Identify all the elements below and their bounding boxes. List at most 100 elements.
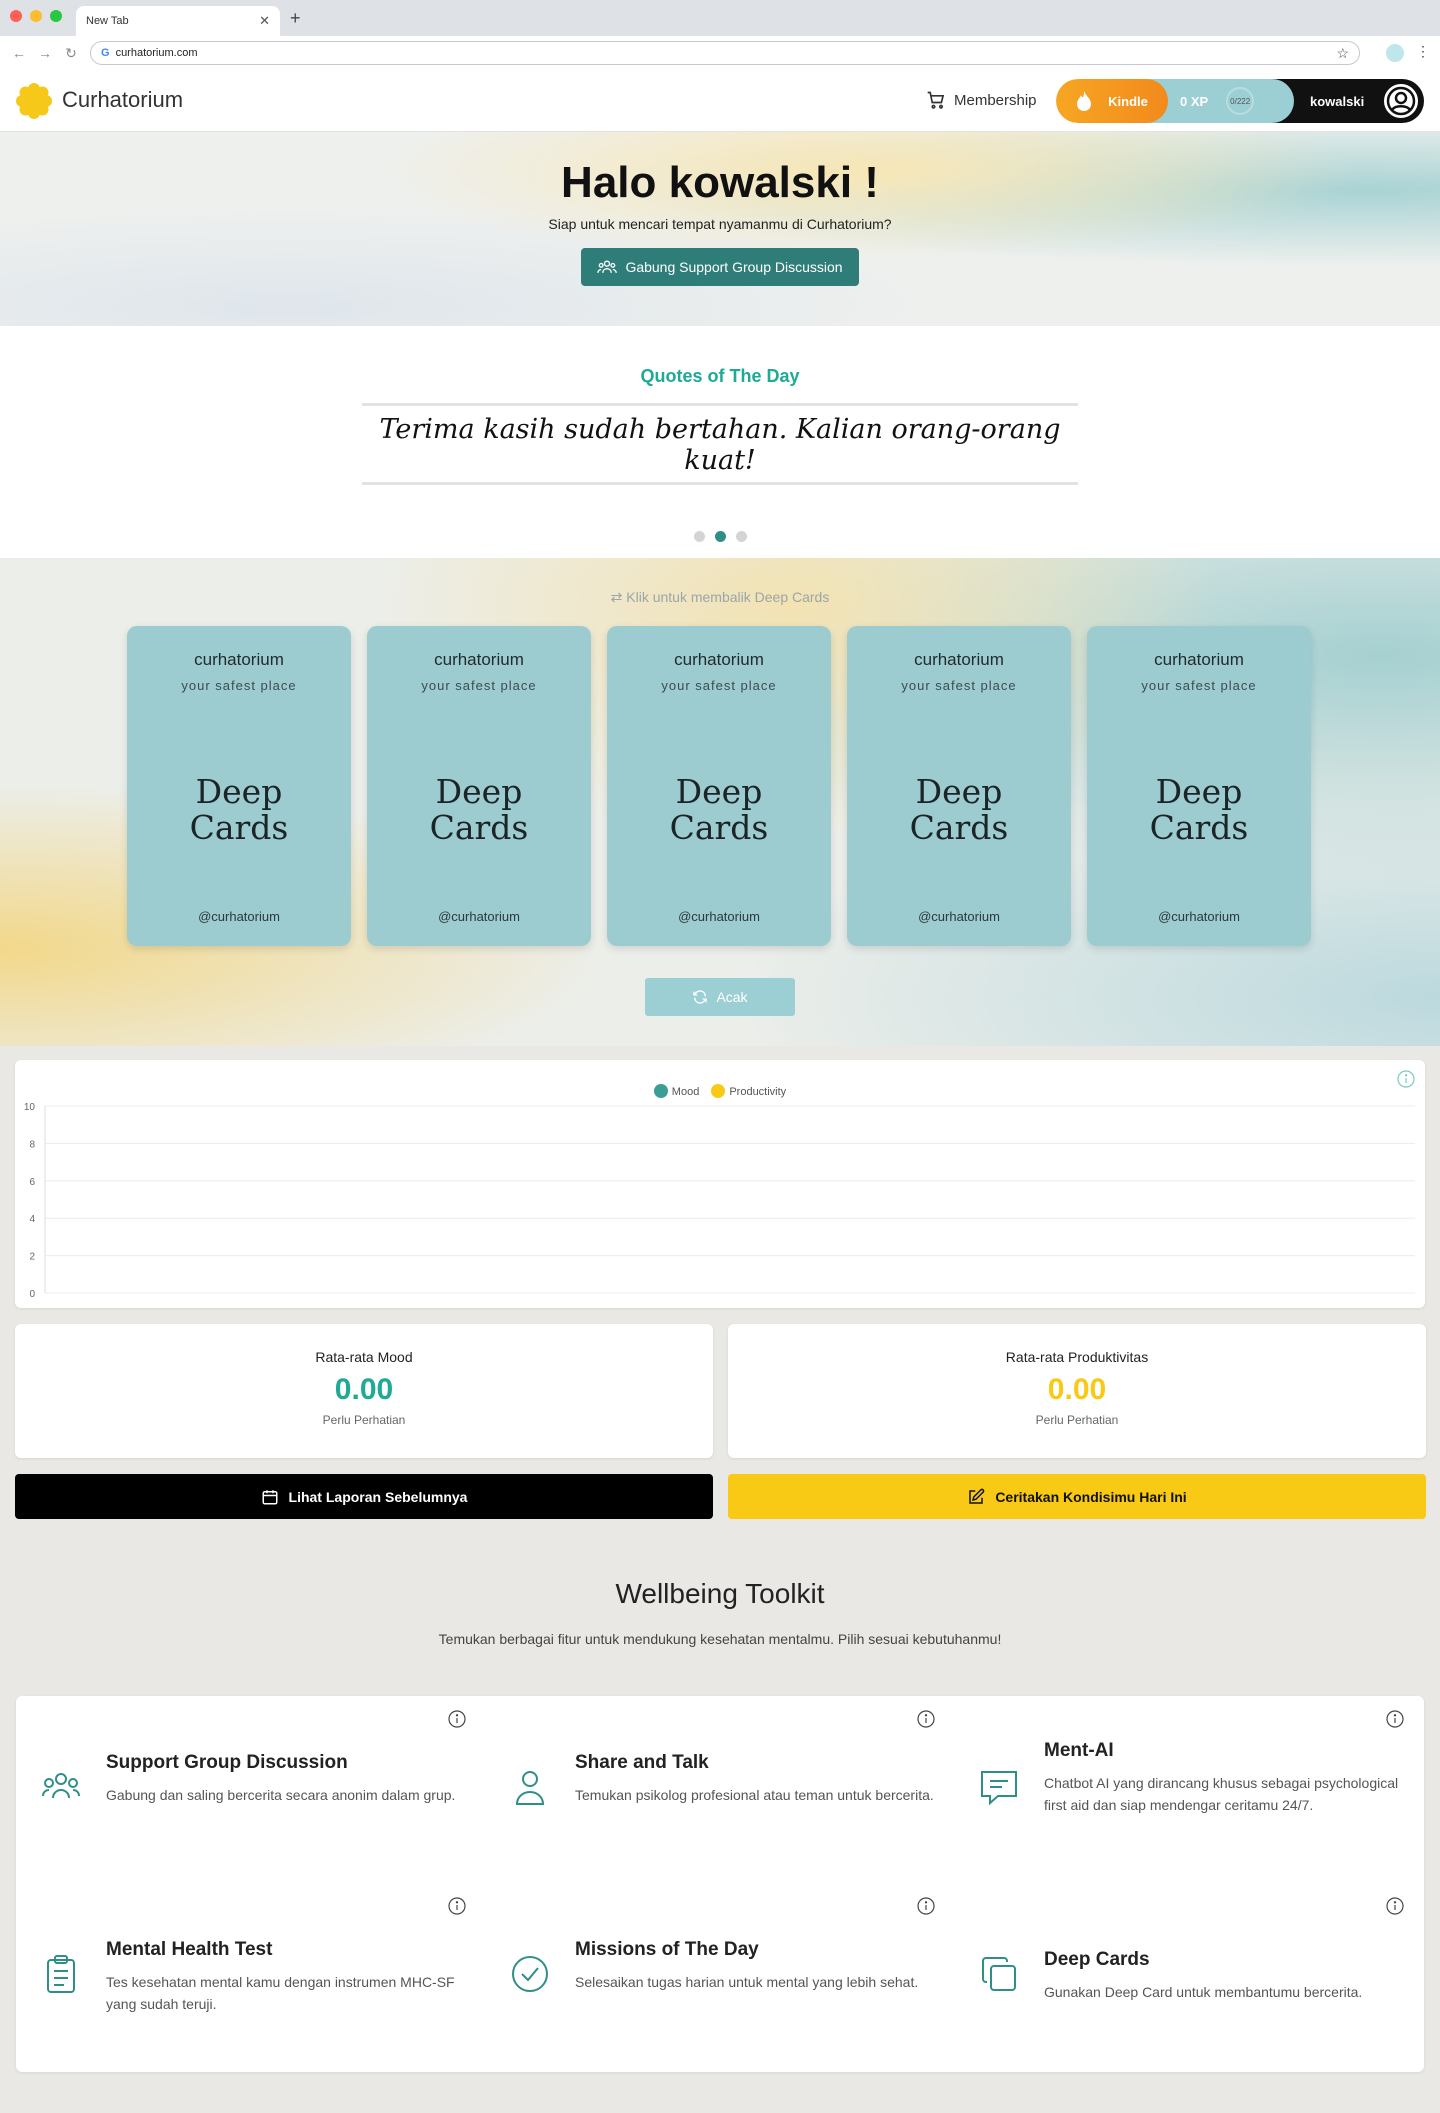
close-window-button[interactable]: [10, 10, 22, 22]
new-tab-button[interactable]: +: [290, 8, 301, 29]
deep-card[interactable]: curhatorium your safest place Deep Cards …: [127, 626, 351, 946]
window-controls: [10, 10, 62, 22]
info-icon[interactable]: [917, 1710, 935, 1728]
quotes-section: Quotes of The Day Terima kasih sudah ber…: [0, 326, 1440, 558]
productivity-average-label: Rata-rata Produktivitas: [1005, 1349, 1149, 1365]
tool-support-group[interactable]: Support Group Discussion Gabung dan sali…: [16, 1696, 466, 1846]
card-title: Deep Cards: [909, 772, 1009, 847]
carousel-dot[interactable]: [693, 531, 705, 542]
tell-condition-button[interactable]: Ceritakan Kondisimu Hari Ini: [728, 1474, 1426, 1519]
kindle-label: Kindle: [1108, 93, 1148, 109]
card-brand: curhatorium: [674, 650, 764, 669]
info-icon[interactable]: [1386, 1710, 1404, 1728]
user-status-pill: Kindle 0 XP 0/222 kowalski: [1056, 79, 1424, 123]
toolkit-grid: Support Group Discussion Gabung dan sali…: [16, 1696, 1424, 2072]
membership-link[interactable]: Membership: [926, 90, 1037, 110]
tool-title: Share and Talk: [575, 1752, 709, 1773]
deep-card[interactable]: curhatorium your safest place Deep Cards …: [367, 626, 591, 946]
back-icon[interactable]: ←: [6, 45, 32, 61]
hero-section: Halo kowalski ! Siap untuk mencari tempa…: [0, 132, 1440, 326]
info-icon[interactable]: [448, 1897, 466, 1915]
deep-card[interactable]: curhatorium your safest place Deep Cards …: [847, 626, 1071, 946]
maximize-window-button[interactable]: [50, 10, 62, 22]
reload-icon[interactable]: ↻: [58, 45, 84, 62]
tab-title: New Tab: [86, 15, 129, 27]
group-icon: [597, 260, 618, 273]
shuffle-button[interactable]: Acak: [645, 978, 795, 1016]
browser-tab[interactable]: New Tab ✕: [76, 6, 280, 36]
info-icon[interactable]: [917, 1897, 935, 1915]
deep-card[interactable]: curhatorium your safest place Deep Cards …: [607, 626, 831, 946]
tool-mental-health-test[interactable]: Mental Health Test Tes kesehatan mental …: [16, 1883, 466, 2033]
toolkit-subtitle: Temukan berbagai fitur untuk mendukung k…: [438, 1631, 1002, 1647]
join-support-group-button[interactable]: Gabung Support Group Discussion: [581, 248, 859, 286]
carousel-dot[interactable]: [735, 531, 747, 542]
forward-icon[interactable]: →: [32, 45, 58, 61]
hero-subtitle: Siap untuk mencari tempat nyamanmu di Cu…: [548, 216, 892, 232]
mood-average-card: Rata-rata Mood 0.00 Perlu Perhatian: [15, 1324, 713, 1458]
info-icon[interactable]: [1386, 1897, 1404, 1915]
tool-description: Gunakan Deep Card untuk membantumu berce…: [1044, 1984, 1363, 2000]
address-bar-row: ← → ↻ G curhatorium.com ☆ ⋮: [0, 36, 1440, 70]
previous-report-label: Lihat Laporan Sebelumnya: [288, 1488, 468, 1505]
mood-average-value: 0.00: [334, 1373, 394, 1406]
quote-text: Terima kasih sudah bertahan. Kalian oran…: [362, 403, 1078, 485]
group-icon: [42, 1773, 80, 1799]
flip-hint-label: Klik untuk membalik Deep Cards: [626, 589, 830, 605]
card-title: Deep Cards: [429, 772, 529, 847]
logo-sun-icon[interactable]: [16, 83, 52, 119]
tool-description: Temukan psikolog profesional atau teman …: [575, 1787, 934, 1803]
url-input[interactable]: G curhatorium.com ☆: [90, 41, 1360, 65]
minimize-window-button[interactable]: [30, 10, 42, 22]
brand-name[interactable]: Curhatorium: [62, 87, 183, 113]
tool-missions-of-the-day[interactable]: Missions of The Day Selesaikan tugas har…: [485, 1883, 935, 2033]
tool-share-and-talk[interactable]: Share and Talk Temukan psikolog profesio…: [485, 1696, 935, 1846]
refresh-icon: [693, 990, 708, 1004]
card-tagline: your safest place: [1141, 678, 1257, 693]
xp-label: 0 XP: [1180, 93, 1209, 109]
url-text: curhatorium.com: [115, 47, 198, 59]
info-icon[interactable]: [448, 1710, 466, 1728]
tool-deep-cards[interactable]: Deep Cards Gunakan Deep Card untuk memba…: [954, 1883, 1404, 2033]
card-title: Deep Cards: [189, 772, 289, 847]
user-avatar-icon: [1386, 86, 1416, 116]
card-tagline: your safest place: [421, 678, 537, 693]
chat-icon: [981, 1771, 1017, 1806]
shuffle-label: Acak: [716, 989, 748, 1005]
tool-ment-ai[interactable]: Ment-AI Chatbot AI yang dirancang khusus…: [954, 1696, 1404, 1846]
close-tab-icon[interactable]: ✕: [259, 13, 270, 29]
calendar-icon: [262, 1489, 278, 1504]
carousel-dot-active[interactable]: [714, 531, 726, 542]
deep-cards-row: curhatorium your safest place Deep Cards …: [127, 626, 1311, 946]
google-icon: G: [101, 47, 110, 59]
browser-chrome: New Tab ✕ + ← → ↻ G curhatorium.com ☆ ⋮: [0, 0, 1440, 70]
bookmark-star-icon[interactable]: ☆: [1336, 45, 1349, 62]
username: kowalski: [1310, 93, 1365, 109]
cards-icon: [982, 1957, 1016, 1991]
card-title: Deep Cards: [669, 772, 769, 847]
card-brand: curhatorium: [194, 650, 284, 669]
card-brand: curhatorium: [434, 650, 524, 669]
check-circle-icon: [512, 1956, 548, 1992]
previous-report-button[interactable]: Lihat Laporan Sebelumnya: [15, 1474, 713, 1519]
clipboard-icon: [47, 1955, 75, 1993]
avatar[interactable]: [1382, 82, 1420, 120]
card-handle: @curhatorium: [918, 909, 1000, 924]
y-tick-label: 0: [29, 1289, 35, 1300]
card-brand: curhatorium: [914, 650, 1004, 669]
xp-progress-ring: 0/222: [1226, 87, 1255, 115]
edit-icon: [969, 1488, 985, 1504]
membership-label: Membership: [954, 91, 1037, 109]
productivity-average-value: 0.00: [1047, 1373, 1107, 1406]
kindle-button[interactable]: Kindle: [1056, 79, 1168, 123]
mood-average-label: Rata-rata Mood: [315, 1349, 413, 1365]
mood-productivity-chart: 0 2 4 6 8 10: [24, 1102, 1415, 1300]
browser-profile-icon[interactable]: [1386, 44, 1404, 62]
deep-card[interactable]: curhatorium your safest place Deep Cards …: [1087, 626, 1311, 946]
tool-title: Missions of The Day: [575, 1939, 759, 1960]
tool-title: Deep Cards: [1044, 1949, 1150, 1970]
y-tick-label: 8: [29, 1139, 35, 1150]
browser-menu-icon[interactable]: ⋮: [1416, 43, 1430, 60]
deep-cards-section: ⇄ Klik untuk membalik Deep Cards curhato…: [0, 558, 1440, 1046]
person-icon: [515, 1771, 545, 1805]
